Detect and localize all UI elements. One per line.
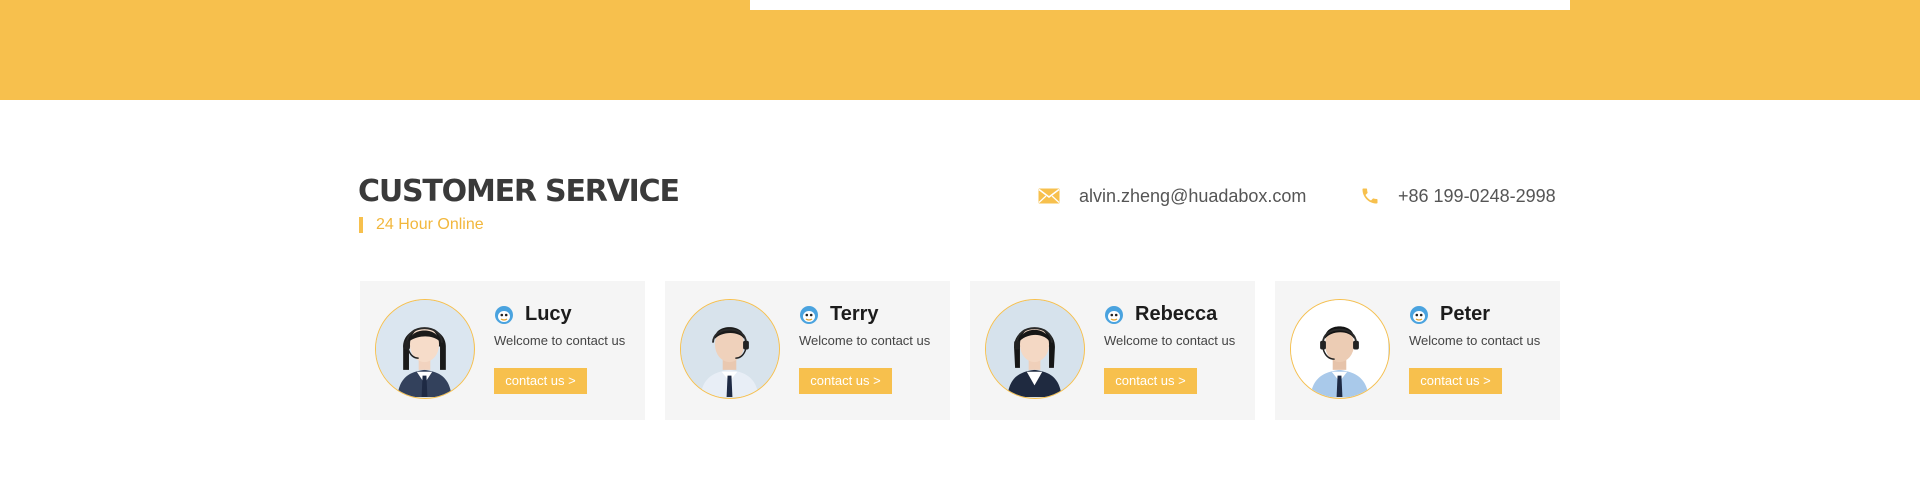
phone-icon — [1362, 188, 1378, 204]
agent-card-rebecca: Rebecca Welcome to contact us contact us… — [970, 281, 1255, 420]
contact-us-button[interactable]: contact us > — [1104, 368, 1197, 394]
agent-name: Lucy — [525, 303, 572, 325]
email-contact-link[interactable]: alvin.zheng@huadabox.com — [1038, 181, 1306, 211]
agent-name: Rebecca — [1135, 303, 1218, 325]
agent-avatar — [1290, 299, 1390, 399]
agent-avatar — [985, 299, 1085, 399]
qq-icon — [800, 306, 818, 324]
email-address: alvin.zheng@huadabox.com — [1079, 185, 1307, 206]
agent-card-lucy: Lucy Welcome to contact us contact us > — [360, 281, 645, 420]
contact-us-button[interactable]: contact us > — [1409, 368, 1502, 394]
section-subtitle: 24 Hour Online — [376, 216, 484, 233]
agent-cards: Lucy Welcome to contact us contact us > — [360, 281, 1560, 420]
phone-number: +86 199-0248-2998 — [1398, 185, 1556, 206]
agent-welcome-text: Welcome to contact us — [799, 333, 931, 348]
agent-avatar — [375, 299, 475, 399]
qq-icon — [495, 306, 513, 324]
header-white-strip — [750, 0, 1570, 10]
agent-name: Peter — [1440, 303, 1491, 325]
agent-card-terry: Terry Welcome to contact us contact us > — [665, 281, 950, 420]
subtitle-accent-bar — [359, 217, 363, 233]
agent-name: Terry — [830, 303, 879, 325]
section-title: CUSTOMER SERVICE — [358, 174, 680, 209]
header-band — [0, 0, 1920, 100]
qq-icon — [1410, 306, 1428, 324]
agent-welcome-text: Welcome to contact us — [494, 333, 626, 348]
agent-welcome-text: Welcome to contact us — [1104, 333, 1236, 348]
agent-avatar — [680, 299, 780, 399]
agent-welcome-text: Welcome to contact us — [1409, 333, 1541, 348]
contact-us-button[interactable]: contact us > — [494, 368, 587, 394]
phone-contact-link[interactable]: +86 199-0248-2998 — [1360, 181, 1556, 211]
customer-service-section: CUSTOMER SERVICE 24 Hour Online alvin.zh… — [0, 100, 1920, 499]
qq-icon — [1105, 306, 1123, 324]
contact-us-button[interactable]: contact us > — [799, 368, 892, 394]
agent-card-peter: Peter Welcome to contact us contact us > — [1275, 281, 1560, 420]
envelope-icon — [1038, 188, 1060, 204]
